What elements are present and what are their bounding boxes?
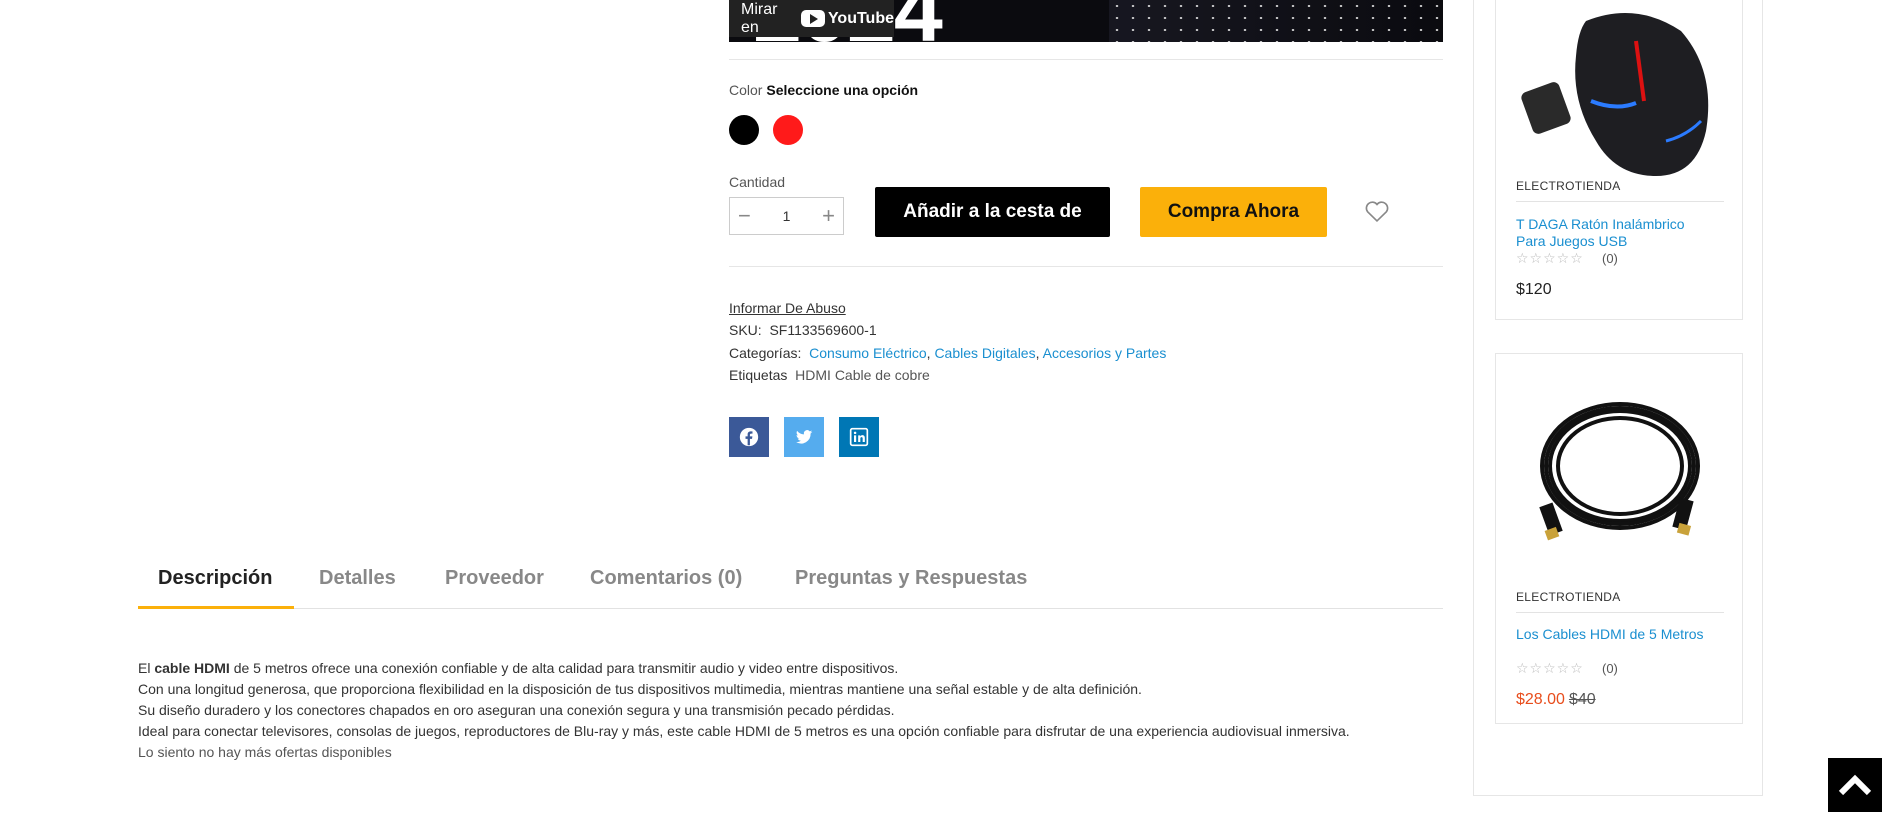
- divider: [729, 59, 1443, 60]
- description-line: Con una longitud generosa, que proporcio…: [138, 681, 1142, 697]
- tags-row: Etiquetas HDMI Cable de cobre: [729, 367, 930, 383]
- tags-label: Etiquetas: [729, 367, 788, 383]
- category-link[interactable]: Consumo Eléctrico: [809, 345, 927, 361]
- mouse-product-image[interactable]: [1516, 1, 1724, 176]
- description-bold: cable HDMI: [154, 660, 230, 676]
- color-label: Color Seleccione una opción: [729, 82, 918, 98]
- tab-proveedor[interactable]: Proveedor: [445, 567, 544, 590]
- product-title-link[interactable]: Los Cables HDMI de 5 Metros: [1516, 626, 1716, 643]
- youtube-play-icon: [800, 10, 825, 27]
- sku-label: SKU:: [729, 322, 762, 338]
- color-label-text: Color: [729, 82, 763, 98]
- youtube-label: YouTube: [827, 9, 894, 27]
- rating-count: (0): [1602, 251, 1618, 266]
- twitter-icon: [796, 430, 813, 444]
- card-divider: [1516, 612, 1724, 613]
- description-line: Ideal para conectar televisores, consola…: [138, 723, 1350, 739]
- video-background: [1109, 0, 1443, 42]
- watch-on-youtube-button[interactable]: Mirar en YouTube: [729, 0, 894, 37]
- tab-comentarios[interactable]: Comentarios (0): [590, 567, 742, 590]
- linkedin-icon: [849, 427, 869, 447]
- description-text: El: [138, 660, 155, 676]
- report-abuse-text[interactable]: Informar De Abuso: [729, 300, 846, 316]
- rating-stars-icon: ☆☆☆☆☆: [1516, 660, 1584, 676]
- chevron-up-icon: [1838, 774, 1872, 796]
- hdmi-cable-product-image[interactable]: [1516, 374, 1724, 559]
- categories-label: Categorías:: [729, 345, 802, 361]
- rating-stars-icon: ☆☆☆☆☆: [1516, 250, 1584, 266]
- minus-icon[interactable]: −: [738, 205, 751, 227]
- categories-row: Categorías: Consumo Eléctrico, Cables Di…: [729, 345, 1167, 361]
- sale-price: $28.00: [1516, 691, 1565, 708]
- report-abuse-link[interactable]: Informar De Abuso: [729, 300, 846, 316]
- product-video[interactable]: 2024 Mirar en YouTube: [729, 0, 1443, 42]
- tab-detalles[interactable]: Detalles: [319, 567, 396, 590]
- swatch-black[interactable]: [729, 115, 759, 145]
- seller-name[interactable]: ELECTROTIENDA: [1516, 590, 1621, 604]
- divider: [729, 266, 1443, 267]
- share-twitter-button[interactable]: [784, 417, 824, 457]
- quantity-stepper[interactable]: − 1 +: [729, 197, 844, 235]
- category-link[interactable]: Accesorios y Partes: [1043, 345, 1167, 361]
- rating-count: (0): [1602, 661, 1618, 676]
- sku-value: SF1133569600-1: [769, 322, 877, 338]
- share-linkedin-button[interactable]: [839, 417, 879, 457]
- tab-descripcion[interactable]: Descripción: [158, 567, 272, 590]
- plus-icon[interactable]: +: [822, 205, 835, 227]
- description-text: de 5 metros ofrece una conexión confiabl…: [229, 660, 899, 676]
- youtube-logo: YouTube: [800, 9, 894, 28]
- add-to-cart-button[interactable]: Añadir a la cesta de: [875, 187, 1110, 237]
- quantity-label: Cantidad: [729, 174, 786, 190]
- description-line: El cable HDMI de 5 metros ofrece una con…: [138, 658, 1418, 679]
- sku-row: SKU: SF1133569600-1: [729, 322, 877, 338]
- wishlist-heart-icon[interactable]: [1363, 197, 1391, 225]
- tags-value: HDMI Cable de cobre: [795, 367, 930, 383]
- product-card[interactable]: ELECTROTIENDA Los Cables HDMI de 5 Metro…: [1495, 353, 1743, 724]
- scroll-to-top-button[interactable]: [1828, 758, 1882, 812]
- no-offers-note: Lo siento no hay más ofertas disponibles: [138, 744, 392, 760]
- color-selection: Seleccione una opción: [766, 82, 919, 98]
- category-link[interactable]: Cables Digitales: [934, 345, 1035, 361]
- description-content: El cable HDMI de 5 metros ofrece una con…: [138, 658, 1418, 763]
- card-divider: [1516, 201, 1724, 202]
- buy-now-button[interactable]: Compra Ahora: [1140, 187, 1327, 237]
- seller-name[interactable]: ELECTROTIENDA: [1516, 179, 1621, 193]
- tab-preguntas[interactable]: Preguntas y Respuestas: [795, 567, 1027, 590]
- product-tabs: Descripción Detalles Proveedor Comentari…: [138, 555, 1443, 609]
- facebook-icon: [739, 427, 759, 447]
- product-price: $28.00 $40: [1516, 691, 1596, 709]
- active-tab-indicator: [138, 606, 294, 609]
- product-title-link[interactable]: T DAGA Ratón Inalámbrico Para Juegos USB: [1516, 216, 1716, 250]
- product-card[interactable]: ELECTROTIENDA T DAGA Ratón Inalámbrico P…: [1495, 0, 1743, 320]
- product-price: $120: [1516, 281, 1552, 298]
- watch-on-label: Mirar en: [741, 0, 778, 36]
- quantity-value[interactable]: 1: [783, 208, 791, 224]
- tabs-divider: [138, 608, 1443, 609]
- share-facebook-button[interactable]: [729, 417, 769, 457]
- old-price: $40: [1568, 691, 1596, 708]
- description-line: Su diseño duradero y los conectores chap…: [138, 702, 895, 718]
- swatch-red[interactable]: [773, 115, 803, 145]
